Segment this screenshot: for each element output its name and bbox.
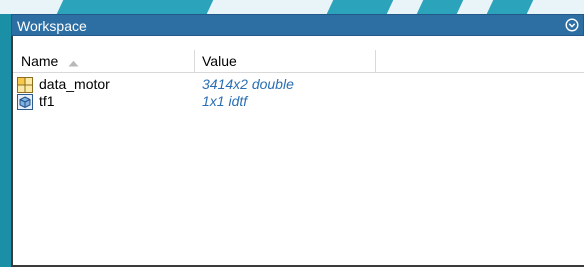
column-header-name[interactable]: Name	[21, 50, 191, 72]
panel-titlebar[interactable]: Workspace	[11, 14, 584, 36]
column-header-value[interactable]: Value	[202, 50, 372, 72]
background-stripe	[56, 0, 214, 14]
variable-name: tf1	[39, 93, 55, 109]
sort-ascending-icon	[68, 51, 79, 73]
background-stripe	[326, 0, 394, 14]
column-header-name-label: Name	[21, 53, 59, 69]
variable-name: data_motor	[39, 76, 110, 92]
matrix-icon	[17, 77, 33, 93]
workspace-table: Name Value data_motor 3414x2 double tf1 …	[11, 36, 584, 267]
variable-value: 1x1 idtf	[202, 93, 248, 109]
chevron-down-circle-icon[interactable]	[565, 18, 579, 32]
variable-value: 3414x2 double	[202, 76, 294, 92]
column-divider[interactable]	[375, 50, 376, 72]
background-stripe	[416, 0, 464, 14]
panel-title: Workspace	[17, 18, 87, 34]
workspace-panel: Workspace Name Value data_motor 3414x2 d…	[11, 14, 584, 267]
column-divider[interactable]	[194, 50, 195, 72]
table-header: Name Value	[13, 50, 584, 73]
table-row[interactable]: data_motor 3414x2 double	[13, 76, 584, 93]
column-header-value-label: Value	[202, 53, 237, 69]
table-row[interactable]: tf1 1x1 idtf	[13, 93, 584, 110]
object-icon	[17, 94, 33, 110]
background-stripe	[486, 0, 534, 14]
